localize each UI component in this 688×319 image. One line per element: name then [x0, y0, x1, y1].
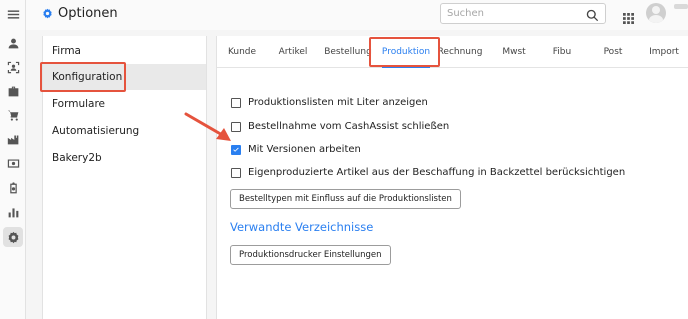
tab-fibu[interactable]: Fibu [547, 36, 577, 68]
bar-chart-icon[interactable] [3, 202, 23, 222]
nav-item-bakery2b[interactable]: Bakery2b [43, 145, 206, 171]
search-input[interactable] [447, 6, 579, 21]
annotation-arrow-icon [184, 112, 231, 141]
cart-icon[interactable] [3, 105, 23, 125]
person-icon[interactable] [3, 33, 23, 53]
briefcase-icon[interactable] [3, 81, 23, 101]
produktion-tab-highlight-box [369, 37, 440, 67]
page-title-wrap: Optionen [42, 6, 118, 21]
search-icon[interactable] [586, 7, 599, 22]
tab-artikel[interactable]: Artikel [274, 36, 312, 68]
apps-grid-icon[interactable] [623, 9, 634, 24]
main-panel: Kunde Artikel Bestellung Produktion Rech… [216, 36, 688, 319]
tab-mwst[interactable]: Mwst [497, 36, 531, 68]
tab-bar: Kunde Artikel Bestellung Produktion Rech… [217, 36, 688, 68]
settings-icon[interactable] [3, 227, 23, 247]
checkbox-eigenproduzierte-artikel[interactable] [231, 167, 241, 178]
tab-post[interactable]: Post [597, 36, 629, 68]
option-label: Eigenproduzierte Artikel aus der Beschaf… [248, 167, 626, 178]
option-produktionslisten-liter[interactable]: Produktionslisten mit Liter anzeigen [231, 97, 428, 108]
tab-kunde[interactable]: Kunde [223, 36, 261, 68]
avatar[interactable] [646, 3, 666, 23]
option-label: Bestellnahme vom CashAssist schließen [248, 121, 450, 132]
tab-bestellung[interactable]: Bestellung [321, 36, 375, 68]
checkbox-produktionslisten-liter[interactable] [231, 97, 241, 108]
konfiguration-highlight-box [40, 62, 126, 92]
left-rail [0, 0, 26, 319]
option-bestellnahme-cashassist[interactable]: Bestellnahme vom CashAssist schließen [231, 121, 449, 132]
gear-icon [43, 8, 52, 19]
option-label: Mit Versionen arbeiten [248, 144, 361, 155]
menu-icon[interactable] [3, 4, 23, 24]
tab-import[interactable]: Import [645, 36, 683, 68]
option-label: Produktionslisten mit Liter anzeigen [248, 97, 428, 108]
scan-person-icon[interactable] [3, 57, 23, 77]
clipboard-time-icon[interactable] [3, 178, 23, 198]
money-icon[interactable] [3, 153, 23, 173]
option-mit-versionen[interactable]: Mit Versionen arbeiten [231, 144, 361, 155]
option-eigenproduzierte-artikel[interactable]: Eigenproduzierte Artikel aus der Beschaf… [231, 167, 625, 178]
produktionsdrucker-button[interactable]: Produktionsdrucker Einstellungen [230, 245, 391, 265]
section-title-verwandte-verzeichnisse: Verwandte Verzeichnisse [230, 220, 374, 234]
search-box[interactable] [440, 3, 606, 24]
user-name-placeholder [674, 4, 688, 9]
tab-rechnung[interactable]: Rechnung [435, 36, 485, 68]
page-title: Optionen [58, 6, 118, 21]
nav-item-firma[interactable]: Firma [43, 38, 206, 64]
top-header: Optionen [26, 0, 688, 30]
factory-icon[interactable] [3, 129, 23, 149]
bestelltypen-button[interactable]: Bestelltypen mit Einfluss auf die Produk… [230, 189, 461, 209]
